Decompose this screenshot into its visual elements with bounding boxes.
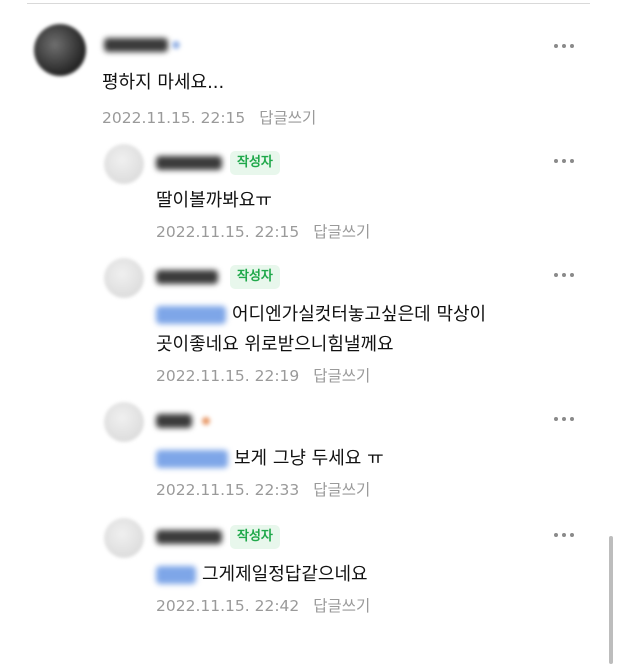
comment-meta: 2022.11.15. 22:19 답글쓰기: [156, 364, 370, 386]
comment-text: 딸이볼까봐요ㅠ: [156, 190, 272, 211]
avatar[interactable]: [104, 144, 144, 184]
more-options-button[interactable]: [554, 41, 576, 51]
author-name[interactable]: [104, 38, 168, 52]
comment-date: 2022.11.15. 22:15: [156, 223, 300, 241]
comment-date: 2022.11.15. 22:19: [156, 367, 300, 385]
comment-text-line2: 곳이좋네요 위로받으니힘낼께요: [156, 334, 394, 355]
comment-text-line1: 어디엔가실컷터놓고싶은데 막상이: [232, 304, 487, 325]
writer-badge: 작성자: [230, 265, 280, 289]
comment-meta: 2022.11.15. 22:15 답글쓰기: [156, 220, 370, 242]
more-options-button[interactable]: [554, 530, 576, 540]
comment-item: 평하지 마세요... 2022.11.15. 22:15 답글쓰기: [34, 24, 584, 134]
writer-badge: 작성자: [230, 151, 280, 175]
reply-link[interactable]: 답글쓰기: [313, 223, 370, 241]
top-divider: [27, 3, 590, 4]
comment-date: 2022.11.15. 22:15: [102, 109, 246, 127]
comment-text: 어디엔가실컷터놓고싶은데 막상이: [156, 300, 486, 326]
avatar[interactable]: [104, 518, 144, 558]
avatar[interactable]: [104, 258, 144, 298]
comment-meta: 2022.11.15. 22:42 답글쓰기: [156, 594, 370, 616]
reply-link[interactable]: 답글쓰기: [313, 481, 370, 499]
reply-item: 작성자 그게제일정답같으네요 2022.11.15. 22:42 답글쓰기: [104, 518, 584, 618]
reply-link[interactable]: 답글쓰기: [313, 597, 370, 615]
comment-date: 2022.11.15. 22:42: [156, 597, 300, 615]
writer-badge: 작성자: [230, 525, 280, 549]
comment-meta: 2022.11.15. 22:15 답글쓰기: [102, 106, 316, 128]
reply-link[interactable]: 답글쓰기: [259, 109, 316, 127]
comment-text-body: 그게제일정답같으네요: [202, 564, 368, 585]
more-options-button[interactable]: [554, 270, 576, 280]
comment-meta: 2022.11.15. 22:33 답글쓰기: [156, 478, 370, 500]
comment-text: 평하지 마세요...: [102, 72, 225, 93]
author-icon: [172, 41, 180, 49]
avatar[interactable]: [34, 24, 86, 76]
avatar[interactable]: [104, 402, 144, 442]
more-options-button[interactable]: [554, 156, 576, 166]
reply-item: 작성자 어디엔가실컷터놓고싶은데 막상이 곳이좋네요 위로받으니힘낼께요 202…: [104, 258, 584, 388]
author-name[interactable]: [156, 414, 192, 428]
reply-item: 보게 그냥 두세요 ㅠ 2022.11.15. 22:33 답글쓰기: [104, 402, 584, 502]
scrollbar[interactable]: [609, 536, 613, 664]
reply-link[interactable]: 답글쓰기: [313, 367, 370, 385]
comment-text: 그게제일정답같으네요: [156, 560, 368, 586]
reply-item: 작성자 딸이볼까봐요ㅠ 2022.11.15. 22:15 답글쓰기: [104, 144, 584, 244]
comment-text-body: 보게 그냥 두세요 ㅠ: [234, 448, 384, 469]
author-icon: [202, 417, 210, 425]
comment-text: 보게 그냥 두세요 ㅠ: [156, 444, 384, 470]
mention-tag[interactable]: [156, 566, 196, 584]
author-name[interactable]: [156, 530, 222, 544]
mention-tag[interactable]: [156, 306, 226, 324]
comment-date: 2022.11.15. 22:33: [156, 481, 300, 499]
more-options-button[interactable]: [554, 414, 576, 424]
mention-tag[interactable]: [156, 450, 228, 468]
author-name[interactable]: [156, 156, 222, 170]
author-name[interactable]: [156, 270, 218, 284]
